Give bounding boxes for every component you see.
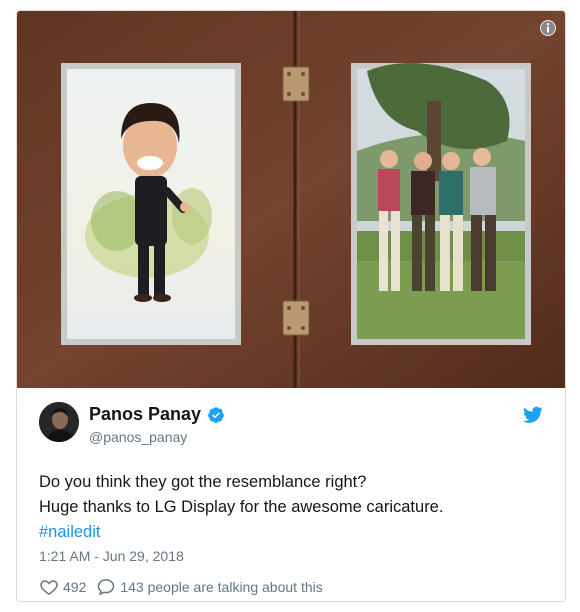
tweet-timestamp[interactable]: 1:21 AM - Jun 29, 2018 (39, 548, 184, 564)
avatar-photo (39, 402, 79, 442)
like-count: 492 (63, 579, 87, 595)
author-handle[interactable]: @panos_panay (89, 429, 187, 445)
tweet-photo[interactable] (17, 11, 565, 388)
author-name-row[interactable]: Panos Panay (89, 404, 225, 425)
tweet-text: Do you think they got the resemblance ri… (39, 470, 443, 545)
avatar[interactable] (39, 402, 79, 442)
tweet-text-line-1: Do you think they got the resemblance ri… (39, 473, 367, 491)
tweet-text-line-2: Huge thanks to LG Display for the awesom… (39, 498, 444, 516)
like-button[interactable]: 492 (39, 577, 86, 597)
embedded-tweet-card: Panos Panay @panos_panay Do you think th… (16, 10, 566, 602)
author-name[interactable]: Panos Panay (89, 404, 201, 425)
twitter-bird-icon[interactable] (523, 406, 543, 424)
tweet-actions: 492 143 people are talking about this (39, 577, 323, 597)
hashtag-link[interactable]: #nailedit (39, 520, 443, 545)
speech-bubble-icon (98, 579, 115, 596)
verified-badge-icon (208, 406, 224, 423)
info-icon[interactable] (539, 19, 557, 37)
photo-two-framed-pictures (17, 11, 565, 388)
heart-icon (40, 580, 58, 595)
reply-conversation-link[interactable]: 143 people are talking about this (96, 577, 323, 597)
reply-conversation-text: 143 people are talking about this (120, 579, 323, 595)
